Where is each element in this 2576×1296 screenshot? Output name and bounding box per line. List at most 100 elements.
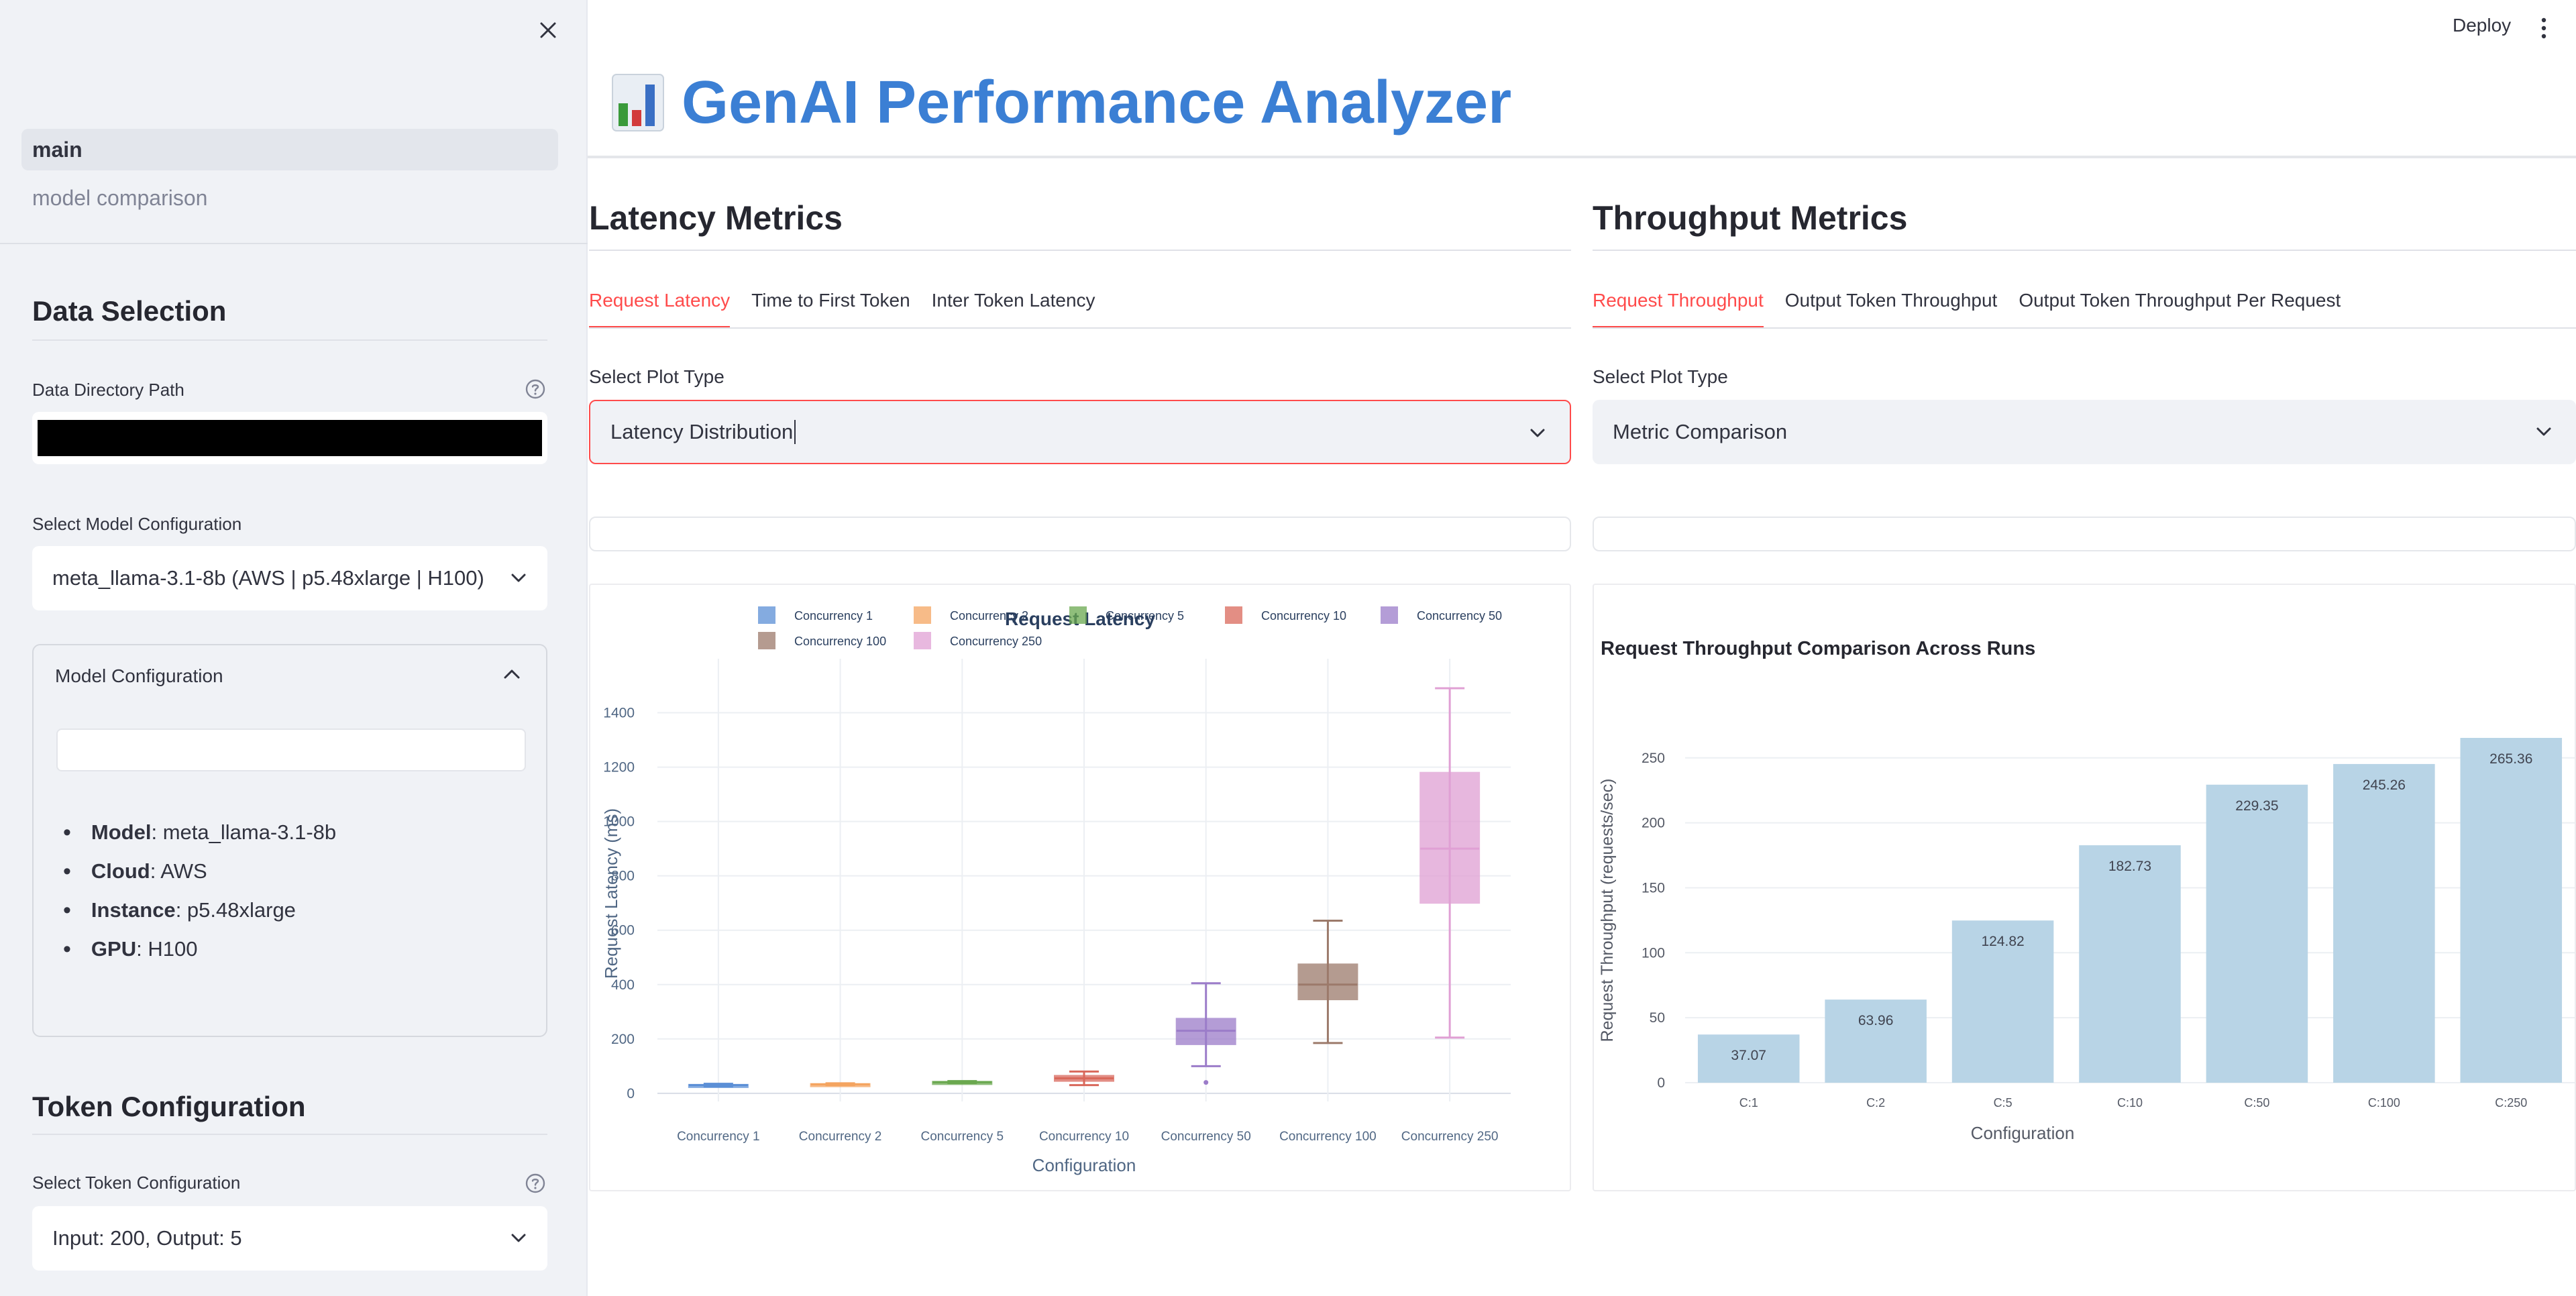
x-tick-label: C:1: [1739, 1096, 1758, 1110]
box-body: [1297, 963, 1358, 1001]
y-axis-label: Request Latency (ms): [601, 808, 621, 979]
expander-title[interactable]: Model Configuration: [55, 665, 223, 687]
latency-tabs-rule: [589, 327, 1571, 329]
tab-request-throughput[interactable]: Request Throughput: [1593, 284, 1764, 329]
data-directory-label: Data Directory Path: [32, 380, 184, 400]
legend-label: Concurrency 5: [1106, 609, 1184, 623]
y-tick-label: 400: [611, 977, 635, 993]
x-tick-label: Concurrency 100: [1279, 1130, 1377, 1144]
tab-output-token-throughput[interactable]: Output Token Throughput: [1785, 284, 1998, 329]
latency-plot-type-label: Select Plot Type: [589, 366, 724, 387]
x-tick-label: Concurrency 1: [677, 1130, 760, 1144]
legend-swatch: [758, 632, 775, 649]
throughput-heading-rule: [1593, 250, 2576, 251]
bar: [2079, 845, 2181, 1083]
legend-label: Concurrency 10: [1261, 609, 1346, 623]
latency-empty-widget: [589, 517, 1571, 551]
throughput-plot-type-select[interactable]: Metric Comparison: [1593, 400, 2576, 464]
chart-title: Request Throughput Comparison Across Run…: [1601, 638, 2035, 659]
chevron-up-icon[interactable]: [502, 665, 522, 683]
x-tick-label: C:2: [1866, 1096, 1885, 1110]
y-tick-label: 150: [1642, 880, 1665, 896]
token-config-label: Select Token Configuration: [32, 1173, 241, 1193]
sidebar-nav: main model comparison: [21, 129, 558, 225]
x-tick-label: Concurrency 50: [1161, 1130, 1251, 1144]
x-tick-label: Concurrency 250: [1401, 1130, 1499, 1144]
legend-swatch: [914, 632, 931, 649]
close-sidebar-button[interactable]: [534, 16, 562, 44]
list-item: Cloud: AWS: [63, 852, 336, 891]
model-config-label: Select Model Configuration: [32, 514, 242, 534]
x-axis-label: Configuration: [1032, 1155, 1136, 1175]
bar-value-label: 245.26: [2363, 777, 2406, 793]
token-config-heading: Token Configuration: [32, 1091, 306, 1122]
list-item: Instance: p5.48xlarge: [63, 891, 336, 930]
token-config-value: Input: 200, Output: 5: [52, 1226, 242, 1250]
model-config-value: meta_llama-3.1-8b (AWS | p5.48xlarge | H…: [52, 566, 484, 590]
y-tick-label: 200: [611, 1032, 635, 1047]
chevron-down-icon: [1530, 429, 1545, 437]
y-tick-label: 100: [1642, 945, 1665, 961]
model-config-select[interactable]: meta_llama-3.1-8b (AWS | p5.48xlarge | H…: [32, 546, 547, 610]
token-config-rule: [32, 1134, 547, 1135]
y-tick-label: 1400: [603, 706, 635, 721]
y-tick-label: 0: [627, 1086, 635, 1101]
throughput-plot-type-value: Metric Comparison: [1613, 420, 1788, 443]
chevron-down-icon: [511, 574, 526, 582]
legend-swatch: [1381, 606, 1398, 624]
sidebar-divider: [0, 243, 588, 244]
bar: [2206, 784, 2308, 1083]
redacted-path: [38, 420, 542, 456]
nav-item-main[interactable]: main: [21, 129, 558, 170]
more-options-icon[interactable]: [2537, 15, 2551, 42]
legend-label: Concurrency 100: [794, 635, 886, 648]
bar-value-label: 265.36: [2489, 751, 2532, 767]
expander-input[interactable]: [56, 728, 526, 771]
data-directory-input[interactable]: [32, 412, 547, 464]
latency-plot-type-value: Latency Distribution: [610, 420, 794, 443]
help-icon[interactable]: [525, 1173, 546, 1194]
y-axis-label: Request Throughput (requests/sec): [1598, 779, 1617, 1042]
x-tick-label: Concurrency 2: [799, 1130, 882, 1144]
legend-label: Concurrency 1: [794, 609, 873, 623]
header-divider: [588, 156, 2576, 158]
legend-swatch: [758, 606, 775, 624]
y-tick-label: 1200: [603, 760, 635, 775]
sidebar: main model comparison Data Selection Dat…: [0, 0, 588, 1296]
app-title-text: GenAI Performance Analyzer: [682, 68, 1512, 136]
x-tick-label: C:100: [2368, 1096, 2400, 1110]
nav-item-model-comparison[interactable]: model comparison: [21, 177, 558, 219]
bar: [1825, 1000, 1927, 1083]
deploy-button[interactable]: Deploy: [2453, 15, 2511, 36]
tab-request-latency[interactable]: Request Latency: [589, 284, 731, 329]
throughput-tabs: Request Throughput Output Token Throughp…: [1593, 284, 2362, 329]
tab-time-to-first-token[interactable]: Time to First Token: [751, 284, 910, 329]
x-tick-label: C:50: [2244, 1096, 2269, 1110]
throughput-plot-type-label: Select Plot Type: [1593, 366, 1728, 387]
throughput-bar-chart: Request Throughput Comparison Across Run…: [1598, 638, 2575, 1143]
y-tick-label: 0: [1657, 1075, 1665, 1091]
token-config-select[interactable]: Input: 200, Output: 5: [32, 1206, 547, 1271]
legend-swatch: [914, 606, 931, 624]
x-tick-label: C:10: [2117, 1096, 2143, 1110]
list-item: Model: meta_llama-3.1-8b: [63, 813, 336, 852]
latency-metrics-heading: Latency Metrics: [589, 199, 843, 237]
latency-plot-type-select[interactable]: Latency Distribution: [589, 400, 1571, 464]
tab-inter-token-latency[interactable]: Inter Token Latency: [932, 284, 1095, 329]
latency-box-chart: Request LatencyConcurrency 1 Concurrency …: [601, 606, 1511, 1175]
help-icon[interactable]: [525, 378, 546, 400]
x-tick-label: C:250: [2495, 1096, 2527, 1110]
chevron-down-icon: [2536, 427, 2551, 436]
x-axis-label: Configuration: [1971, 1123, 2075, 1143]
y-tick-label: 50: [1650, 1010, 1665, 1026]
legend-label: Concurrency 2: [950, 609, 1028, 623]
y-tick-label: 250: [1642, 751, 1665, 766]
throughput-empty-widget: [1593, 517, 2576, 551]
legend-swatch: [1225, 606, 1242, 624]
legend-swatch: [1069, 606, 1087, 624]
data-selection-rule: [32, 339, 547, 341]
tab-output-token-throughput-per-request[interactable]: Output Token Throughput Per Request: [2019, 284, 2341, 329]
bar-chart-icon: [612, 74, 664, 131]
data-selection-heading: Data Selection: [32, 295, 227, 327]
chevron-down-icon: [511, 1234, 526, 1242]
